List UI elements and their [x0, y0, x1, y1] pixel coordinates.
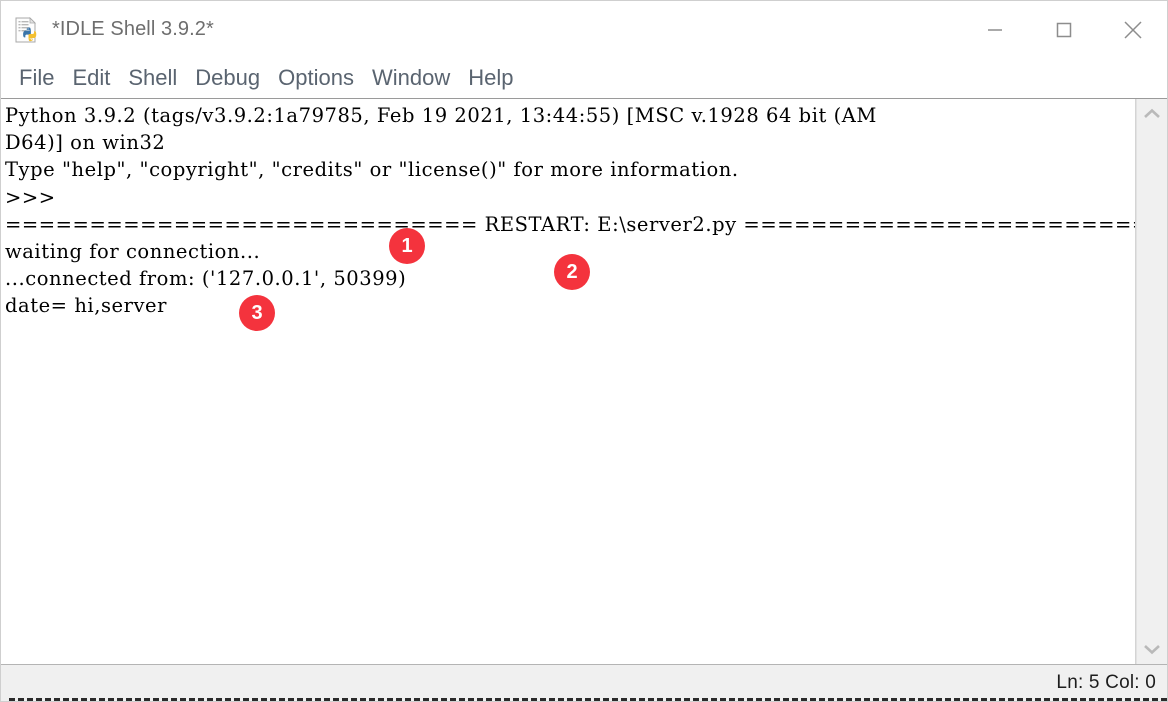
menu-item-options[interactable]: Options: [269, 67, 363, 89]
menu-item-help[interactable]: Help: [459, 67, 522, 89]
annotation-badge-1: 1: [389, 228, 425, 264]
idle-shell-window: *IDLE Shell 3.9.2* File Edit Shell Debug…: [0, 0, 1168, 702]
chevron-down-icon: [1144, 645, 1160, 655]
window-title: *IDLE Shell 3.9.2*: [52, 18, 214, 40]
console-prompt-line: >>>: [5, 185, 63, 209]
console-line: Type "help", "copyright", "credits" or "…: [5, 158, 739, 182]
minimize-icon: [987, 28, 1002, 31]
focus-indicator: [9, 698, 1167, 701]
shell-output[interactable]: Python 3.9.2 (tags/v3.9.2:1a79785, Feb 1…: [1, 99, 1136, 664]
console-line: Python 3.9.2 (tags/v3.9.2:1a79785, Feb 1…: [5, 104, 877, 127]
menu-item-file[interactable]: File: [10, 67, 63, 89]
minimize-button[interactable]: [960, 1, 1029, 58]
window-controls: [960, 1, 1167, 58]
scroll-up-button[interactable]: [1137, 99, 1168, 129]
status-bar: Ln: 5 Col: 0: [1, 664, 1167, 701]
console-area: Python 3.9.2 (tags/v3.9.2:1a79785, Feb 1…: [1, 98, 1167, 664]
scrollbar-track[interactable]: [1137, 129, 1168, 634]
annotation-badge-2: 2: [554, 254, 590, 290]
scroll-down-button[interactable]: [1137, 634, 1168, 664]
title-bar: *IDLE Shell 3.9.2*: [1, 1, 1167, 58]
console-restart-line: ============================ RESTART: E:…: [5, 212, 1136, 236]
menu-item-shell[interactable]: Shell: [119, 67, 186, 89]
close-icon: [1123, 20, 1142, 39]
close-button[interactable]: [1098, 1, 1167, 58]
python-document-icon: [13, 16, 41, 44]
chevron-up-icon: [1144, 108, 1160, 118]
maximize-icon: [1056, 22, 1071, 37]
menu-item-debug[interactable]: Debug: [186, 67, 269, 89]
console-line: D64)] on win32: [5, 131, 166, 155]
menu-item-edit[interactable]: Edit: [63, 67, 119, 89]
console-line: date= hi,server: [5, 294, 168, 318]
maximize-button[interactable]: [1029, 1, 1098, 58]
menu-item-window[interactable]: Window: [363, 67, 459, 89]
vertical-scrollbar[interactable]: [1136, 99, 1167, 664]
menu-bar: File Edit Shell Debug Options Window Hel…: [1, 58, 1167, 98]
annotation-badge-3: 3: [239, 295, 275, 331]
cursor-position-status: Ln: 5 Col: 0: [1056, 672, 1156, 693]
title-bar-left: *IDLE Shell 3.9.2*: [1, 16, 214, 44]
